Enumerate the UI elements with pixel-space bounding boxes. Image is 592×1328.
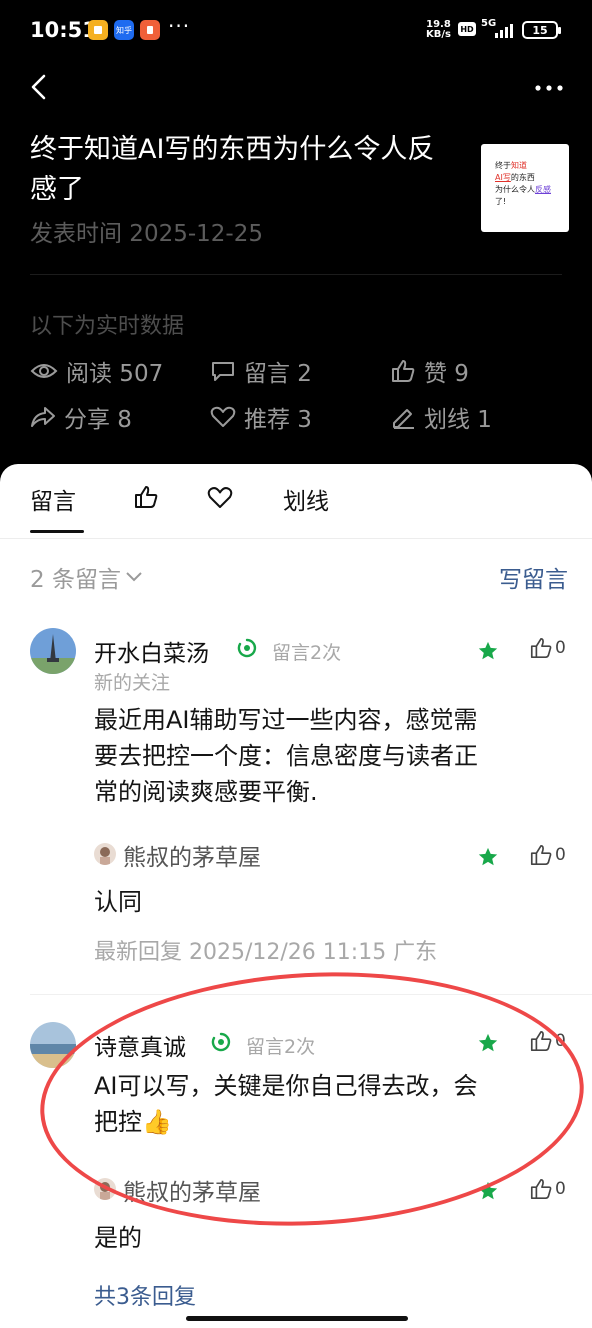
zhihu-app-icon: 知乎 [114, 20, 134, 40]
star-icon[interactable] [477, 1180, 499, 1202]
share-icon [31, 407, 55, 427]
thumbs-up-icon [530, 844, 552, 866]
tab-recommend-heart-icon[interactable] [207, 486, 233, 510]
verified-icon [237, 638, 257, 658]
reply-author-name[interactable]: 熊叔的茅草屋 [123, 838, 261, 872]
stat-underlines: 划线 1 [390, 400, 492, 434]
stat-recommends-label: 推荐 3 [244, 407, 312, 433]
comment-line: 把控👍 [94, 1108, 172, 1136]
thumb-text: AI写 [495, 173, 511, 182]
comment-count-dropdown[interactable]: 2 条留言 [30, 560, 143, 594]
avatar[interactable] [30, 1022, 76, 1068]
thumbs-up-icon [392, 360, 415, 382]
star-icon[interactable] [477, 846, 499, 868]
eye-icon [30, 364, 58, 378]
back-icon[interactable] [26, 72, 56, 102]
like-count: 0 [555, 1031, 566, 1051]
stat-shares-label: 分享 8 [64, 407, 132, 433]
signal-icon [495, 24, 513, 38]
article-thumbnail[interactable]: 终于知道 AI写的东西 为什么令人反感了! [481, 144, 569, 232]
header-divider [30, 274, 562, 275]
like-count: 0 [555, 845, 566, 865]
hd-icon: HD [458, 22, 476, 36]
stat-likes: 赞 9 [390, 354, 469, 388]
thumb-text: 了! [495, 197, 507, 206]
stat-underlines-label: 划线 1 [424, 407, 492, 433]
thumb-text: 反感 [535, 185, 551, 194]
speed-unit: KB/s [426, 29, 451, 40]
thumbs-up-icon [530, 637, 552, 659]
status-time: 10:51 [30, 18, 97, 42]
view-all-replies-link[interactable]: 共3条回复 [94, 1279, 196, 1311]
heart-icon [210, 406, 236, 427]
comment-divider [30, 994, 592, 995]
comments-sheet: 留言 划线 2 条留言 写留言 开水白菜汤 留言2次 0 新的关注 最近用AI辅… [0, 464, 592, 1328]
comment-text: AI可以写，关键是你自己得去改，会 把控👍 [94, 1068, 564, 1140]
reply-like-button[interactable]: 0 [529, 1177, 566, 1201]
reply-text: 是的 [94, 1224, 142, 1252]
write-comment-button[interactable]: 写留言 [499, 560, 568, 594]
stat-reads-label: 阅读 507 [66, 361, 164, 387]
comment-count-label: 留言2次 [272, 642, 342, 664]
tab-underline[interactable]: 划线 [283, 482, 329, 516]
new-follow-label: 新的关注 [94, 672, 171, 694]
active-tab-indicator [30, 530, 84, 533]
star-icon[interactable] [477, 1032, 499, 1054]
comment-line: 常的阅读爽感要平衡. [94, 778, 318, 806]
status-more-dots: ··· [168, 14, 191, 38]
comment-count: 2 条留言 [30, 567, 121, 593]
author-avatar[interactable] [94, 843, 116, 865]
verified-icon [211, 1032, 231, 1052]
tabs-divider [0, 538, 592, 539]
thumb-text: 知道 [511, 161, 527, 170]
status-bar: 10:51 知乎 ··· 19.8 KB/s HD 5G 15 [0, 0, 592, 60]
comment-line: 要去把控一个度：信息密度与读者正 [94, 742, 478, 770]
stat-shares: 分享 8 [30, 400, 132, 434]
chevron-down-icon [126, 572, 142, 582]
pen-icon [393, 409, 414, 429]
thumb-text: 为什么令人 [495, 185, 535, 194]
star-icon[interactable] [477, 640, 499, 662]
notes-app-icon [88, 20, 108, 40]
reply-author-name[interactable]: 熊叔的茅草屋 [123, 1173, 261, 1207]
thumb-text: 的东西 [510, 173, 535, 182]
comment-line: AI可以写，关键是你自己得去改，会 [94, 1072, 478, 1100]
tab-likes-thumbs-up-icon[interactable] [133, 484, 159, 510]
red-app-icon [140, 20, 160, 40]
latest-reply-meta: 最新回复 2025/12/26 11:15 广东 [94, 940, 438, 965]
comment-icon [212, 362, 234, 381]
thumbs-up-icon [530, 1178, 552, 1200]
comment-text: 最近用AI辅助写过一些内容，感觉需 要去把控一个度：信息密度与读者正 常的阅读爽… [94, 702, 564, 810]
avatar[interactable] [30, 628, 76, 674]
author-avatar[interactable] [94, 1178, 116, 1200]
realtime-label: 以下为实时数据 [30, 314, 185, 339]
like-count: 0 [555, 638, 566, 658]
commenter-name[interactable]: 诗意真诚 [94, 1028, 186, 1062]
more-options-icon[interactable] [534, 76, 564, 100]
stat-likes-label: 赞 9 [424, 361, 469, 387]
reply-like-button[interactable]: 0 [529, 843, 566, 867]
article-title: 终于知道AI写的东西为什么令人反感了 [30, 134, 435, 205]
commenter-name[interactable]: 开水白菜汤 [94, 634, 209, 668]
stat-comments-label: 留言 2 [244, 361, 312, 387]
tab-comments[interactable]: 留言 [30, 482, 76, 516]
stat-recommends: 推荐 3 [210, 400, 312, 434]
stat-comments: 留言 2 [210, 354, 312, 388]
like-button[interactable]: 0 [529, 636, 566, 660]
thumbs-up-icon [530, 1030, 552, 1052]
home-indicator[interactable] [186, 1316, 408, 1321]
reply-text: 认同 [94, 888, 142, 916]
battery-icon: 15 [522, 21, 561, 39]
comment-count-label: 留言2次 [246, 1036, 316, 1058]
comment-line: 最近用AI辅助写过一些内容，感觉需 [94, 706, 478, 734]
stat-reads: 阅读 507 [30, 354, 163, 388]
like-button[interactable]: 0 [529, 1029, 566, 1053]
publish-date: 发表时间 2025-12-25 [30, 221, 263, 247]
like-count: 0 [555, 1179, 566, 1199]
thumb-text: 终于 [495, 161, 511, 170]
network-speed: 19.8 KB/s [426, 20, 451, 40]
